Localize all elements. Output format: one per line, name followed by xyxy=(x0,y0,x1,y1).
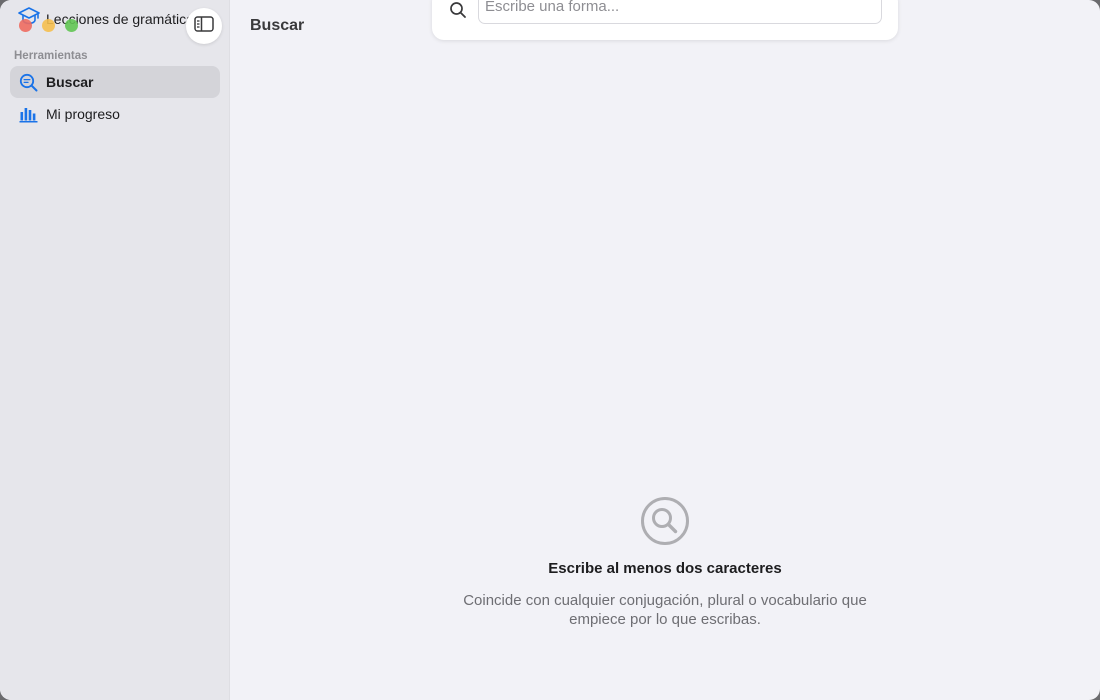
page-title: Buscar xyxy=(250,17,305,34)
sidebar-section-label: Herramientas xyxy=(14,50,88,62)
sidebar-item-buscar[interactable]: Buscar xyxy=(10,66,220,98)
search-input[interactable] xyxy=(478,0,882,24)
app-window: Lecciones de gramática Herramientas Busc… xyxy=(0,0,1100,700)
empty-state: Escribe al menos dos caracteres Coincide… xyxy=(230,496,1100,629)
magnifying-glass-icon xyxy=(230,496,1100,546)
minimize-window-button[interactable] xyxy=(42,19,55,32)
zoom-window-button[interactable] xyxy=(65,19,78,32)
bar-chart-icon xyxy=(19,105,38,124)
empty-state-subtitle: Coincide con cualquier conjugación, plur… xyxy=(463,592,867,628)
sidebar: Lecciones de gramática Herramientas Busc… xyxy=(0,0,230,700)
search-document-icon xyxy=(19,73,38,92)
toggle-sidebar-button[interactable] xyxy=(186,8,222,44)
search-bar xyxy=(432,0,898,40)
sidebar-item-label: Buscar xyxy=(46,74,94,90)
sidebar-toggle-icon xyxy=(194,15,214,37)
close-window-button[interactable] xyxy=(19,19,32,32)
sidebar-item-mi-progreso[interactable]: Mi progreso xyxy=(10,98,220,130)
sidebar-item-label: Mi progreso xyxy=(46,106,120,122)
empty-state-title: Escribe al menos dos caracteres xyxy=(548,560,782,577)
search-icon xyxy=(449,1,467,24)
